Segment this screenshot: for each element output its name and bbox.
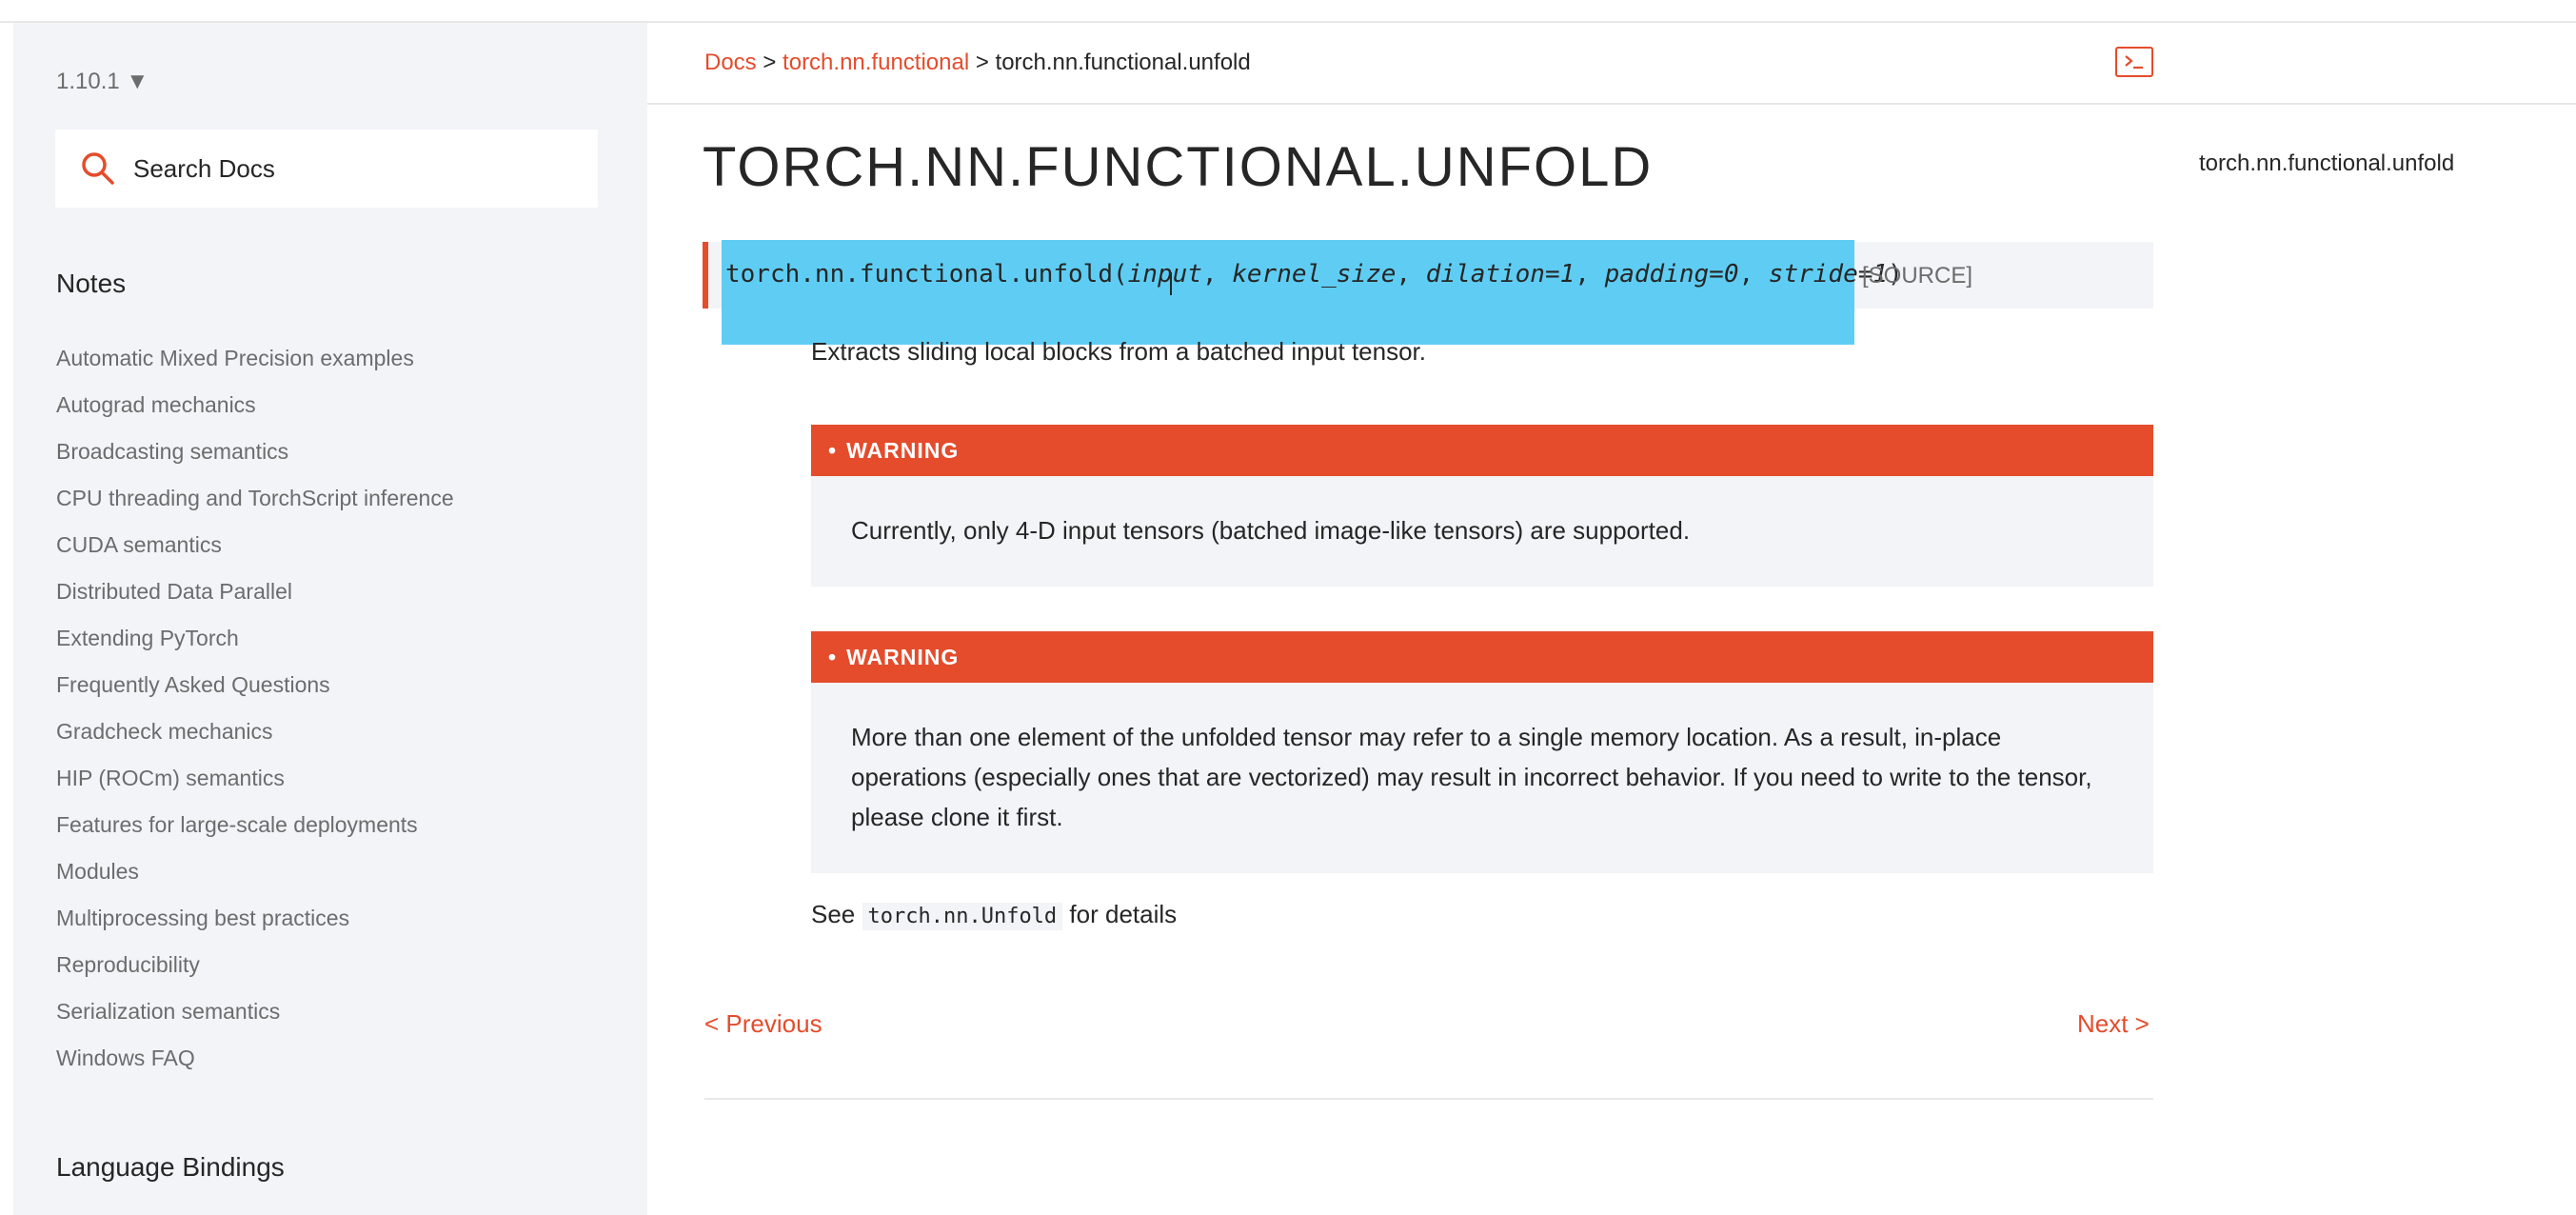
see-suffix: for details (1069, 900, 1178, 928)
sidebar-item[interactable]: Windows FAQ (56, 1043, 454, 1089)
footer-divider (704, 1098, 2153, 1100)
breadcrumb: Docs > torch.nn.functional > torch.nn.fu… (704, 50, 1251, 76)
sidebar-item[interactable]: CUDA semantics (56, 529, 454, 576)
sidebar-item[interactable]: Frequently Asked Questions (56, 669, 454, 716)
sidebar-item[interactable]: Serialization semantics (56, 996, 454, 1043)
sidebar-item[interactable]: Modules (56, 856, 454, 903)
warning-title: WARNING (846, 644, 960, 669)
see-also: See torch.nn.Unfold for details (811, 900, 1178, 930)
warning-body: More than one element of the unfolded te… (851, 723, 2092, 831)
terminal-icon (2117, 55, 2151, 79)
search-icon (80, 150, 116, 187)
description: Extracts sliding local blocks from a bat… (811, 337, 1426, 366)
param-padding: padding=0 (1604, 260, 1739, 289)
search-input[interactable]: Search Docs (55, 129, 598, 208)
breadcrumb-current: torch.nn.functional.unfold (995, 50, 1251, 75)
see-code-link[interactable]: torch.nn.Unfold (862, 903, 1063, 930)
warning-header: • WARNING (811, 425, 2153, 476)
next-button[interactable]: Next > (2077, 1009, 2150, 1039)
warning-box: • WARNING More than one element of the u… (811, 631, 2153, 873)
breadcrumb-separator: > (763, 50, 777, 75)
bindings-heading: Language Bindings (56, 1152, 285, 1182)
sidebar-item[interactable]: Features for large-scale deployments (56, 809, 454, 856)
warning-box: • WARNING Currently, only 4-D input tens… (811, 425, 2153, 587)
see-prefix: See (811, 900, 856, 928)
source-link[interactable]: [SOURCE] (1862, 263, 1972, 289)
signature-comma: , (1738, 260, 1769, 289)
previous-button[interactable]: < Previous (704, 1009, 822, 1039)
sidebar-item[interactable]: Autograd mechanics (56, 389, 454, 436)
signature-comma: , (1575, 260, 1605, 289)
breadcrumb-functional[interactable]: torch.nn.functional (783, 50, 969, 75)
sidebar-item[interactable]: Gradcheck mechanics (56, 716, 454, 763)
bullet-icon: • (828, 644, 838, 669)
function-signature[interactable]: torch.nn.functional.unfold(input, kernel… (725, 260, 1903, 289)
warning-header: • WARNING (811, 631, 2153, 683)
bullet-icon: • (828, 437, 838, 463)
text-cursor (1170, 272, 1172, 295)
breadcrumb-docs[interactable]: Docs (704, 50, 757, 75)
sidebar: 1.10.1 ▼ Search Docs Notes Automatic Mix… (13, 23, 647, 1215)
terminal-button[interactable] (2115, 47, 2153, 77)
breadcrumb-separator: > (975, 50, 989, 75)
param-input: input (1127, 260, 1202, 289)
signature-comma: , (1396, 260, 1426, 289)
signature-comma: , (1201, 260, 1233, 289)
page-title: TORCH.NN.FUNCTIONAL.UNFOLD (703, 136, 1654, 198)
sidebar-item[interactable]: HIP (ROCm) semantics (56, 763, 454, 809)
warning-body: Currently, only 4-D input tensors (batch… (851, 516, 1691, 545)
search-placeholder: Search Docs (133, 153, 275, 183)
sidebar-item[interactable]: Multiprocessing best practices (56, 903, 454, 949)
sidebar-item[interactable]: Distributed Data Parallel (56, 576, 454, 623)
param-dilation: dilation=1 (1425, 260, 1575, 289)
sidebar-item[interactable]: Broadcasting semantics (56, 436, 454, 483)
toc-item[interactable]: torch.nn.functional.unfold (2199, 150, 2454, 177)
sidebar-item[interactable]: Reproducibility (56, 949, 454, 996)
warning-title: WARNING (846, 437, 960, 463)
signature-name: torch.nn.functional.unfold( (725, 260, 1128, 289)
header-divider (647, 103, 2576, 105)
text-selection-highlight (722, 240, 1854, 345)
notes-heading: Notes (56, 269, 127, 298)
version-selector[interactable]: 1.10.1 ▼ (56, 69, 149, 95)
sidebar-item[interactable]: CPU threading and TorchScript inference (56, 483, 454, 529)
param-kernel-size: kernel_size (1232, 260, 1397, 289)
sidebar-item[interactable]: Automatic Mixed Precision examples (56, 343, 454, 389)
sidebar-item[interactable]: Extending PyTorch (56, 623, 454, 669)
top-border (0, 0, 2576, 23)
notes-list: Automatic Mixed Precision examples Autog… (56, 343, 454, 1089)
